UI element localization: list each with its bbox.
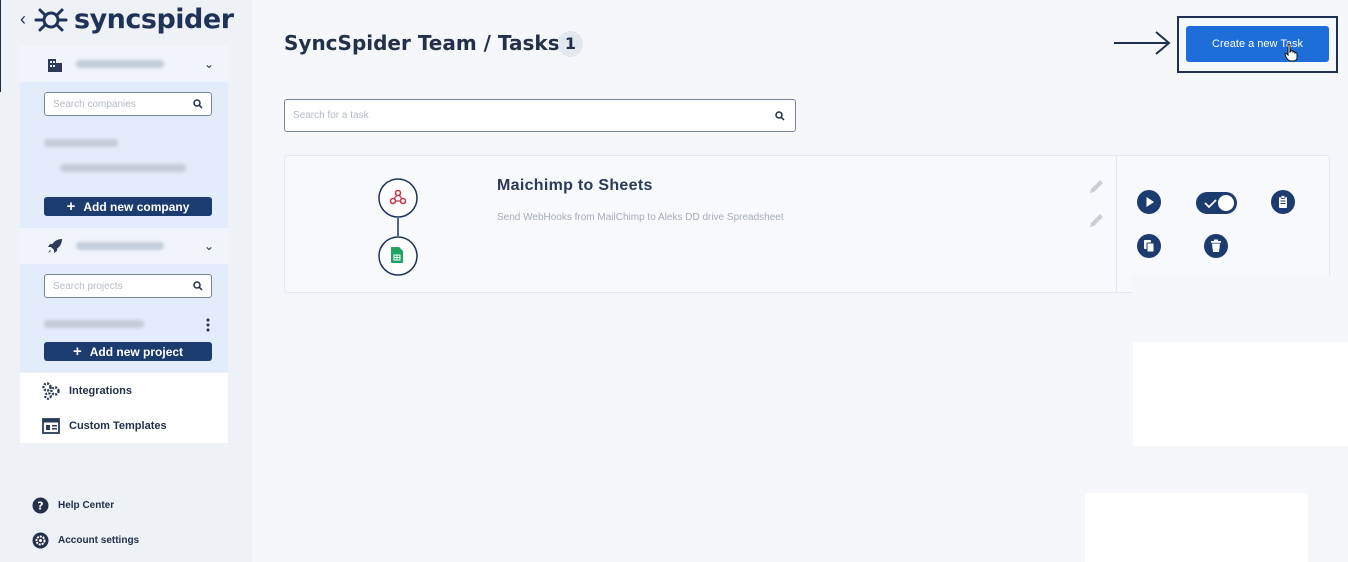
clipboard-icon[interactable] (1271, 190, 1295, 214)
duplicate-icon[interactable] (1137, 234, 1161, 258)
delete-icon[interactable] (1204, 234, 1228, 258)
help-icon: ? (32, 497, 49, 514)
task-count-badge: 1 (558, 31, 583, 57)
project-item-blurred[interactable] (44, 320, 144, 328)
arrow-right-icon (1114, 31, 1171, 55)
projects-panel: ⌄ Search projects + Add new project (20, 228, 228, 372)
actions-divider (1116, 156, 1117, 292)
search-icon (193, 99, 203, 109)
companies-panel: ⌄ Search companies + Add new company (20, 46, 228, 228)
search-projects-input[interactable]: Search projects (44, 274, 212, 298)
overlay-patch (1133, 342, 1348, 446)
project-team-blurred (76, 242, 164, 250)
svg-text:?: ? (37, 500, 43, 513)
plus-icon: + (66, 198, 76, 215)
add-project-button[interactable]: + Add new project (44, 342, 212, 361)
hand-cursor-icon (1284, 44, 1298, 62)
page-title: SyncSpider Team / Tasks (284, 31, 560, 55)
brand-name: syncspider (74, 4, 234, 35)
templates-icon (42, 417, 60, 434)
search-projects-placeholder: Search projects (53, 280, 123, 292)
search-companies-input[interactable]: Search companies (44, 92, 212, 116)
task-active-toggle[interactable] (1196, 192, 1237, 214)
help-center-link[interactable]: ? Help Center (32, 497, 114, 514)
settings-icon (32, 532, 49, 549)
search-companies-placeholder: Search companies (53, 98, 136, 110)
account-settings-label: Account settings (58, 535, 140, 546)
syncspider-logo-icon (34, 8, 68, 31)
brand[interactable]: ‹ syncspider (20, 4, 234, 35)
edit-description-icon[interactable] (1087, 212, 1105, 230)
overlay-patch (1132, 276, 1348, 294)
sidebar-item-label: Integrations (69, 384, 132, 397)
sidebar-item-label: Custom Templates (69, 419, 167, 432)
add-company-button[interactable]: + Add new company (44, 197, 212, 216)
edit-name-icon[interactable] (1087, 178, 1105, 196)
create-task-button[interactable]: Create a new Task (1186, 26, 1329, 62)
sidebar: ‹ syncspider ⌄ Search companies + Add ne… (0, 0, 252, 562)
task-search-placeholder: Search for a task (293, 110, 369, 121)
sidebar-item-custom-templates[interactable]: Custom Templates (20, 408, 228, 443)
chevron-down-icon[interactable]: ⌄ (204, 57, 214, 71)
help-center-label: Help Center (58, 500, 115, 511)
add-company-label: Add new company (83, 199, 190, 214)
collapse-sidebar-icon[interactable]: ‹ (20, 9, 26, 30)
webhooks-icon (389, 189, 407, 205)
google-sheets-icon (391, 247, 403, 263)
project-selector[interactable]: ⌄ (20, 228, 228, 264)
task-card[interactable]: Maichimp to Sheets Send WebHooks from Ma… (284, 155, 1330, 293)
sidebar-edge (0, 0, 1, 92)
create-task-highlight: Create a new Task (1177, 16, 1338, 73)
search-icon (775, 110, 785, 121)
team-name-blurred (76, 60, 164, 68)
task-description: Send WebHooks from MailChimp to Aleks DD… (497, 212, 784, 223)
add-project-label: Add new project (89, 344, 184, 359)
company-subitem-blurred[interactable] (60, 164, 186, 172)
building-icon (48, 59, 62, 72)
plus-icon: + (72, 343, 82, 360)
account-settings-link[interactable]: Account settings (32, 532, 139, 549)
sidebar-item-integrations[interactable]: Integrations (20, 373, 228, 408)
search-icon (193, 281, 203, 291)
company-item-blurred[interactable] (44, 139, 118, 147)
team-selector[interactable]: ⌄ (20, 46, 228, 82)
chevron-down-icon[interactable]: ⌄ (204, 239, 214, 253)
gears-icon (42, 381, 60, 400)
task-search-input[interactable]: Search for a task (284, 99, 796, 132)
task-name[interactable]: Maichimp to Sheets (497, 177, 653, 195)
overlay-patch (1085, 493, 1308, 562)
kebab-menu-icon[interactable] (206, 318, 210, 332)
run-task-icon[interactable] (1137, 190, 1161, 214)
rocket-icon (48, 239, 62, 253)
